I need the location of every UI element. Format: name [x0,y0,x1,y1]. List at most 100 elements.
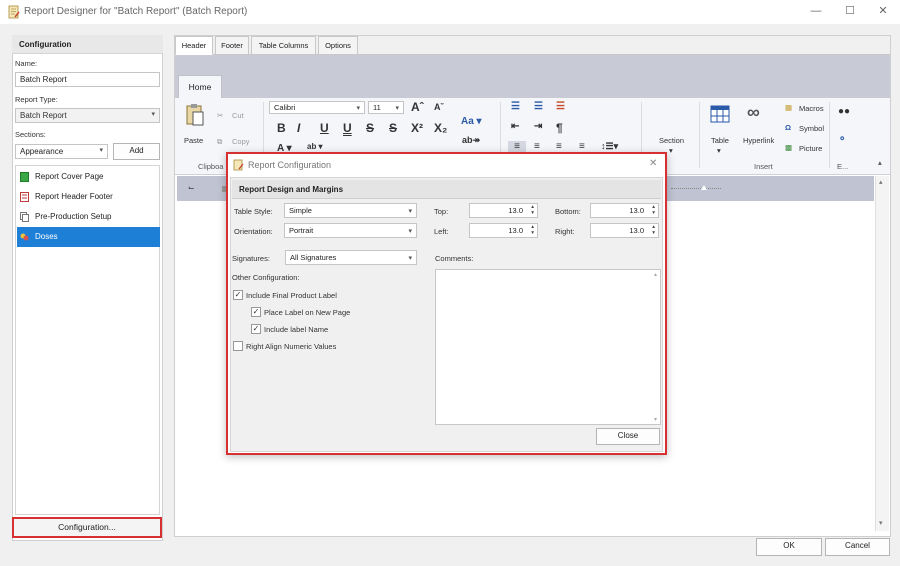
top-label: Top: [434,207,449,216]
cut-button[interactable]: Cut [232,111,244,120]
tab-header[interactable]: Header [175,36,213,55]
place-label-new-page-checkbox[interactable]: ✓ [251,307,261,317]
close-icon[interactable]: ✕ [873,3,893,19]
bullets-icon[interactable]: ☰ [511,101,520,112]
close-button[interactable]: Close [596,428,660,445]
cancel-button[interactable]: Cancel [825,538,890,556]
increase-indent-icon[interactable]: ⇥ [534,121,542,132]
top-margin-input[interactable]: 13.0 ▴ ▾ [469,203,538,218]
minimize-icon[interactable]: — [806,3,826,19]
scroll-up-icon[interactable]: ▴ [654,271,657,278]
align-center-icon[interactable]: ≡ [534,141,540,152]
spin-arrows-icon[interactable]: ▴ ▾ [531,204,534,216]
left-margin-input[interactable]: 13.0 ▴ ▾ [469,223,538,238]
bottom-label: Bottom: [555,207,581,216]
hyperlink-icon[interactable]: ∞ [747,102,760,123]
picture-button[interactable]: Picture [799,144,822,153]
spin-arrows-icon[interactable]: ▴ ▾ [652,224,655,236]
underline-icon[interactable]: U [320,121,329,135]
list-item[interactable]: Pre-Production Setup [17,207,160,227]
scroll-down-icon[interactable]: ▾ [879,519,883,527]
table-style-label: Table Style: [234,207,273,216]
sections-select[interactable]: Appearance ▾ [15,144,108,159]
list-item[interactable]: Report Cover Page [17,167,160,187]
scissors-icon: ✂ [217,111,224,120]
close-icon[interactable]: ✕ [649,158,657,169]
highlight-icon[interactable]: ab ▾ [307,142,323,151]
chevron-down-icon: ▾ [717,146,721,155]
section-button[interactable]: Section [659,136,684,145]
maximize-icon[interactable]: ☐ [840,3,860,19]
strikethrough-icon[interactable]: S [366,121,374,135]
include-final-product-label-checkbox[interactable]: ✓ [233,290,243,300]
double-underline-icon[interactable]: U [343,121,352,135]
tab-table-columns[interactable]: Table Columns [251,36,316,55]
tab-home[interactable]: Home [178,75,222,98]
collapse-ribbon-icon[interactable]: ▴ [878,158,882,167]
list-item-selected[interactable]: Doses [17,227,160,247]
section-label: Report Cover Page [35,172,104,181]
font-name-value: Calibri [274,103,296,112]
multilevel-list-icon[interactable]: ☰ [556,101,565,112]
shrink-font-icon[interactable]: Aˇ [434,102,444,112]
font-size-select[interactable]: 11 ▾ [368,101,404,114]
subscript-icon[interactable]: X₂ [434,121,447,135]
spin-arrows-icon[interactable]: ▴ ▾ [531,224,534,236]
spin-arrows-icon[interactable]: ▴ ▾ [652,204,655,216]
bottom-margin-input[interactable]: 13.0 ▴ ▾ [590,203,659,218]
configuration-button[interactable]: Configuration... [12,517,162,538]
right-align-numeric-checkbox[interactable] [233,341,243,351]
find-binoculars-icon[interactable]: ●● [838,106,850,117]
replace-icon[interactable]: ⚬ [838,134,846,145]
name-field[interactable]: Batch Report [15,72,160,87]
table-icon[interactable] [710,104,730,124]
table-button[interactable]: Table [711,136,729,145]
font-size-value: 11 [373,103,381,112]
paste-button[interactable]: Paste [184,136,203,145]
pilcrow-icon[interactable]: ¶ [556,121,563,135]
align-left-icon[interactable]: ≡ [508,141,526,152]
comments-textarea[interactable]: ▴ ▾ [435,269,661,425]
add-section-button[interactable]: Add [113,143,160,160]
report-type-select[interactable]: Batch Report ▾ [15,108,160,123]
hyperlink-button[interactable]: Hyperlink [743,136,774,145]
grow-font-icon[interactable]: Aˆ [411,100,424,114]
vertical-scrollbar[interactable]: ▴ ▾ [875,176,889,531]
checkbox-label: Include label Name [264,325,329,334]
macros-button[interactable]: Macros [799,104,824,113]
list-item[interactable]: Report Header Footer [17,187,160,207]
justify-icon[interactable]: ≡ [579,141,585,152]
decrease-indent-icon[interactable]: ⇤ [511,121,519,132]
scroll-up-icon[interactable]: ▴ [879,178,883,186]
tab-footer[interactable]: Footer [215,36,249,55]
table-style-select[interactable]: Simple ▾ [284,203,417,218]
scroll-down-icon[interactable]: ▾ [654,416,657,423]
copy-button[interactable]: Copy [232,137,250,146]
tab-options[interactable]: Options [318,36,358,55]
symbol-button[interactable]: Symbol [799,124,824,133]
double-strikethrough-icon[interactable]: S [389,121,397,135]
orientation-label: Orientation: [234,227,273,236]
paste-icon[interactable] [185,103,205,127]
editing-group-label: E... [837,162,849,171]
line-spacing-icon[interactable]: ↕☰▾ [601,141,618,152]
tab-stop-icon[interactable]: ⌙ [188,183,195,192]
checkbox-label: Right Align Numeric Values [246,342,337,351]
change-case-icon[interactable]: Aa ▾ [461,116,482,127]
clear-formatting-icon[interactable]: ab↠ [462,135,480,146]
italic-icon[interactable]: I [297,121,300,135]
numbering-icon[interactable]: ☰ [534,101,543,112]
signatures-select[interactable]: All Signatures ▾ [285,250,417,265]
ok-button[interactable]: OK [756,538,822,556]
right-margin-input[interactable]: 13.0 ▴ ▾ [590,223,659,238]
report-designer-icon [8,5,20,19]
align-right-icon[interactable]: ≡ [556,141,562,152]
right-indent-marker[interactable] [701,185,707,190]
superscript-icon[interactable]: X² [411,121,423,135]
section-label: Report Header Footer [35,192,113,201]
font-name-select[interactable]: Calibri ▾ [269,101,365,114]
orientation-select[interactable]: Portrait ▾ [284,223,417,238]
bold-icon[interactable]: B [277,121,286,135]
chevron-down-icon: ▾ [408,228,412,235]
include-label-name-checkbox[interactable]: ✓ [251,324,261,334]
